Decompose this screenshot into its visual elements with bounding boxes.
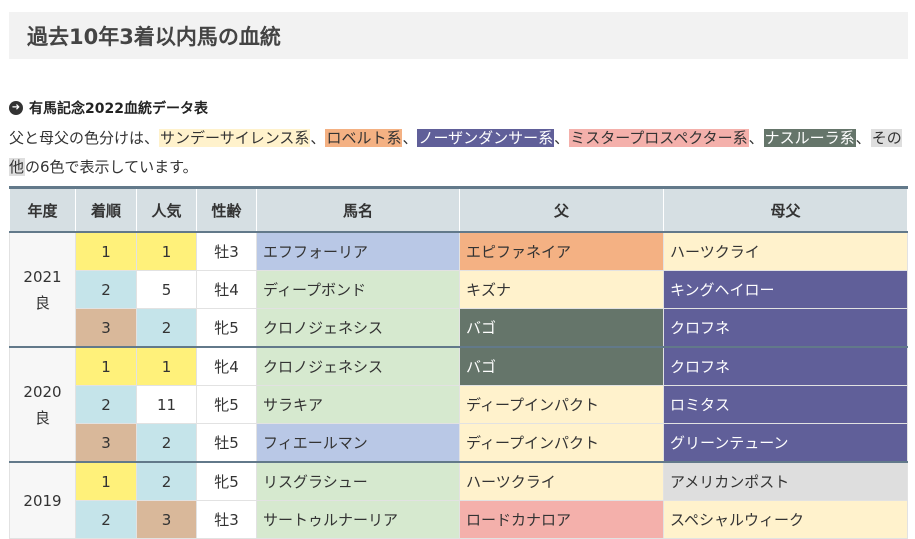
table-row: 2 11 牝5 サラキア ディープインパクト ロミタス: [10, 385, 908, 424]
popularity-cell: 1: [136, 231, 197, 271]
year-value: 2021: [23, 267, 62, 286]
sire-cell: ロードカナロア: [459, 500, 664, 539]
popularity-cell: 1: [136, 346, 197, 386]
year-cell: 2021 良: [9, 231, 76, 348]
legend-chip-mrprospector: ミスタープロスペクター系: [569, 129, 749, 147]
rank-cell: 3: [75, 423, 137, 463]
legend-chip-northern: ノーザンダンサー系: [417, 129, 555, 147]
table-row: 3 2 牡5 フィエールマン ディープインパクト グリーンテューン: [10, 423, 908, 463]
column-header: 人気: [136, 186, 197, 233]
sex-age-cell: 牝5: [196, 461, 257, 501]
table-row: 3 2 牝5 クロノジェネシス バゴ クロフネ: [10, 308, 908, 348]
sex-age-cell: 牡3: [196, 231, 257, 271]
dam-sire-cell: アメリカンポスト: [663, 461, 908, 501]
track-condition: 良: [34, 408, 50, 427]
rank-cell: 2: [75, 385, 137, 424]
sex-age-cell: 牡3: [196, 500, 257, 539]
legend-chip-roberto: ロベルト系: [325, 129, 403, 147]
column-header: 着順: [75, 186, 137, 233]
dam-sire-cell: キングヘイロー: [663, 270, 908, 309]
dam-sire-cell: クロフネ: [663, 308, 908, 348]
dam-sire-cell: グリーンテューン: [663, 423, 908, 463]
horse-name-cell: リスグラシュー: [256, 461, 460, 501]
legend-suffix: の6色で表示しています。: [25, 158, 198, 176]
horse-name-cell: ディープボンド: [256, 270, 460, 309]
column-header: 年度: [9, 186, 76, 233]
legend-chip-sunday: サンデーサイレンス系: [159, 129, 311, 147]
sire-cell: ディープインパクト: [459, 385, 664, 424]
pedigree-table: 年度 着順 人気 性齢 馬名父母父 2021 良 1 1 牡3 エフフォーリア エピファネイア ハーツ…: [9, 186, 908, 539]
section-heading: ➜ 有馬記念2022血統データ表: [9, 98, 208, 118]
popularity-cell: 2: [136, 423, 197, 463]
horse-name-cell: フィエールマン: [256, 423, 460, 463]
legend-separator: 、: [748, 129, 764, 147]
sex-age-cell: 牝4: [196, 346, 257, 386]
popularity-cell: 2: [136, 461, 197, 501]
sex-age-cell: 牝5: [196, 308, 257, 348]
dam-sire-cell: ハーツクライ: [663, 231, 908, 271]
sire-cell: エピファネイア: [459, 231, 664, 271]
table-row: 2020 良 1 1 牝4 クロノジェネシス バゴ クロフネ: [9, 346, 908, 463]
color-legend-text: 父と母父の色分けは、サンデーサイレンス系、ロベルト系、ノーザンダンサー系、ミスタ…: [9, 124, 909, 182]
rank-cell: 2: [75, 500, 137, 539]
rank-cell: 1: [75, 461, 137, 501]
popularity-cell: 2: [136, 308, 197, 348]
popularity-cell: 3: [136, 500, 197, 539]
popularity-cell: 5: [136, 270, 197, 309]
table-header-row: 年度 着順 人気 性齢 馬名父母父: [9, 186, 908, 233]
rank-cell: 2: [75, 270, 137, 309]
rank-cell: 1: [75, 231, 137, 271]
horse-name-cell: クロノジェネシス: [256, 346, 460, 386]
horse-name-cell: エフフォーリア: [256, 231, 460, 271]
sex-age-cell: 牡4: [196, 270, 257, 309]
column-header: 性齢: [196, 186, 257, 233]
horse-name-cell: クロノジェネシス: [256, 308, 460, 348]
arrow-circle-icon: ➜: [9, 101, 23, 115]
page-header: 過去10年3着以内馬の血統: [9, 12, 908, 59]
table-row: 2 3 牡3 サートゥルナーリア ロードカナロア スペシャルウィーク: [10, 500, 908, 539]
horse-name-cell: サラキア: [256, 385, 460, 424]
table-row: 2 5 牡4 ディープボンド キズナ キングヘイロー: [10, 270, 908, 309]
section-title: 有馬記念2022血統データ表: [29, 101, 208, 117]
legend-separator: 、: [310, 129, 326, 147]
sire-cell: バゴ: [459, 308, 664, 348]
dam-sire-cell: クロフネ: [663, 346, 908, 386]
table-row: 2019 1 2 牝5 リスグラシュー ハーツクライ アメリカンポスト: [9, 461, 908, 539]
sire-cell: キズナ: [459, 270, 664, 309]
legend-prefix: 父と母父の色分けは、: [9, 129, 160, 147]
year-cell: 2019: [9, 461, 76, 539]
year-value: 2019: [23, 491, 62, 510]
sire-cell: ハーツクライ: [459, 461, 664, 501]
legend-chip-nasrullah: ナスルーラ系: [763, 129, 856, 147]
table-row: 2021 良 1 1 牡3 エフフォーリア エピファネイア ハーツクライ: [9, 231, 908, 348]
legend-separator: 、: [855, 129, 871, 147]
year-value: 2020: [23, 382, 62, 401]
rank-cell: 1: [75, 346, 137, 386]
rank-cell: 3: [75, 308, 137, 348]
column-header: 母父: [663, 186, 908, 233]
column-header: 馬名: [256, 186, 460, 233]
legend-separator: 、: [554, 129, 570, 147]
dam-sire-cell: ロミタス: [663, 385, 908, 424]
legend-separator: 、: [402, 129, 418, 147]
sire-cell: ディープインパクト: [459, 423, 664, 463]
track-condition: 良: [34, 293, 50, 312]
dam-sire-cell: スペシャルウィーク: [663, 500, 908, 539]
column-header: 父: [459, 186, 664, 233]
year-cell: 2020 良: [9, 346, 76, 463]
page-title: 過去10年3着以内馬の血統: [27, 24, 281, 49]
popularity-cell: 11: [136, 385, 197, 424]
sex-age-cell: 牡5: [196, 423, 257, 463]
sire-cell: バゴ: [459, 346, 664, 386]
horse-name-cell: サートゥルナーリア: [256, 500, 460, 539]
sex-age-cell: 牝5: [196, 385, 257, 424]
